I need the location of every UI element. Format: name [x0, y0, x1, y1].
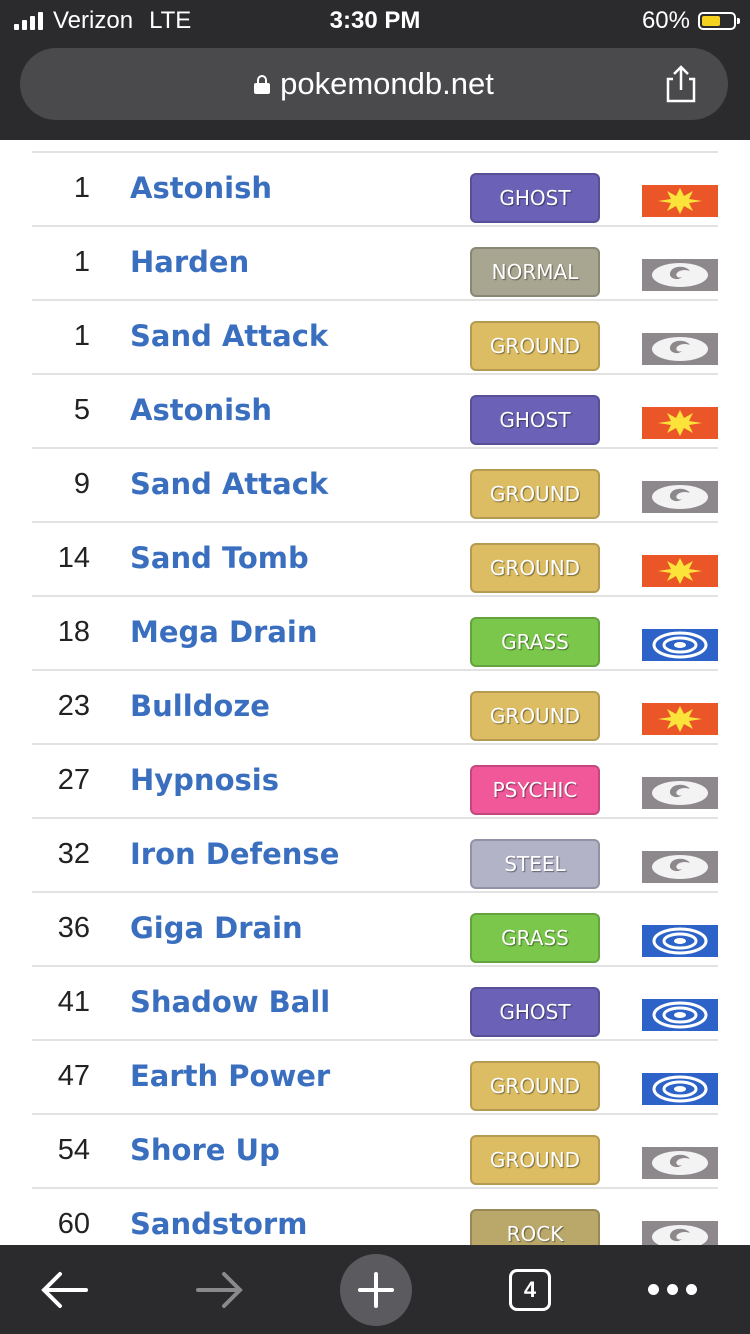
- move-level: 18: [57, 615, 90, 648]
- table-row: 9 Sand Attack GROUND: [0, 447, 750, 521]
- clock: 3:30 PM: [329, 7, 421, 34]
- back-button[interactable]: [26, 1245, 102, 1334]
- forward-arrow-icon: [196, 1271, 243, 1308]
- status-category-icon: [642, 481, 718, 513]
- move-level: 36: [57, 911, 90, 944]
- table-row: 18 Mega Drain GRASS: [0, 595, 750, 669]
- type-badge[interactable]: STEEL: [470, 839, 600, 889]
- type-badge[interactable]: GROUND: [470, 543, 600, 593]
- physical-category-icon: [642, 185, 718, 217]
- move-level: 1: [73, 171, 90, 204]
- new-tab-button[interactable]: [338, 1245, 414, 1334]
- table-row: 14 Sand Tomb GROUND: [0, 521, 750, 595]
- more-button[interactable]: [634, 1245, 710, 1334]
- special-category-icon: [642, 999, 718, 1031]
- tabs-button[interactable]: 4: [492, 1245, 568, 1334]
- battery-icon: [698, 12, 740, 30]
- move-level: 14: [57, 541, 90, 574]
- move-link[interactable]: Mega Drain: [130, 595, 317, 669]
- type-badge[interactable]: GRASS: [470, 617, 600, 667]
- status-category-icon: [642, 777, 718, 809]
- more-icon: [647, 1284, 697, 1295]
- status-category-icon: [642, 259, 718, 291]
- status-category-icon: [642, 851, 718, 883]
- move-link[interactable]: Bulldoze: [130, 669, 270, 743]
- bottom-toolbar: 4: [0, 1245, 750, 1334]
- table-row: 5 Astonish GHOST: [0, 373, 750, 447]
- type-badge[interactable]: GRASS: [470, 913, 600, 963]
- move-level: 5: [73, 393, 90, 426]
- type-badge[interactable]: GROUND: [470, 469, 600, 519]
- battery-percent: 60%: [641, 7, 690, 34]
- type-badge[interactable]: GHOST: [470, 395, 600, 445]
- battery-fill: [702, 16, 720, 26]
- physical-category-icon: [642, 703, 718, 735]
- move-link[interactable]: Shadow Ball: [130, 965, 330, 1039]
- url-display[interactable]: pokemondb.net: [20, 48, 728, 120]
- move-level: 23: [57, 689, 90, 722]
- lock-icon: [254, 75, 271, 94]
- address-bar[interactable]: pokemondb.net: [20, 48, 728, 120]
- physical-category-icon: [642, 407, 718, 439]
- move-level: 27: [57, 763, 90, 796]
- move-link[interactable]: Astonish: [130, 373, 272, 447]
- move-level: 1: [73, 245, 90, 278]
- move-link[interactable]: Iron Defense: [130, 817, 339, 891]
- move-level: 1: [73, 319, 90, 352]
- plus-icon: [340, 1253, 412, 1326]
- type-badge[interactable]: GHOST: [470, 173, 600, 223]
- move-link[interactable]: Sand Tomb: [130, 521, 309, 595]
- table-row: 23 Bulldoze GROUND: [0, 669, 750, 743]
- back-arrow-icon: [41, 1271, 88, 1308]
- special-category-icon: [642, 1073, 718, 1105]
- type-badge[interactable]: GROUND: [470, 691, 600, 741]
- physical-category-icon: [642, 555, 718, 587]
- move-link[interactable]: Hypnosis: [130, 743, 279, 817]
- type-badge[interactable]: GROUND: [470, 1135, 600, 1185]
- browser-chrome: Verizon LTE 3:30 PM 60% pokemondb.net: [0, 0, 750, 140]
- move-link[interactable]: Sand Attack: [130, 299, 328, 373]
- move-link[interactable]: Shore Up: [130, 1113, 280, 1187]
- move-link[interactable]: Harden: [130, 225, 249, 299]
- type-badge[interactable]: PSYCHIC: [470, 765, 600, 815]
- move-link[interactable]: Sand Attack: [130, 447, 328, 521]
- table-row: 27 Hypnosis PSYCHIC: [0, 743, 750, 817]
- type-badge[interactable]: GROUND: [470, 321, 600, 371]
- table-row: 36 Giga Drain GRASS: [0, 891, 750, 965]
- move-level: 41: [57, 985, 90, 1018]
- move-link[interactable]: Giga Drain: [130, 891, 303, 965]
- table-row: 41 Shadow Ball GHOST: [0, 965, 750, 1039]
- table-row: 1 Sand Attack GROUND: [0, 299, 750, 373]
- tab-count: 4: [509, 1268, 551, 1311]
- move-level: 9: [73, 467, 90, 500]
- status-right: 60%: [641, 7, 740, 35]
- move-link[interactable]: Earth Power: [130, 1039, 330, 1113]
- share-icon[interactable]: [664, 64, 698, 104]
- special-category-icon: [642, 925, 718, 957]
- move-link[interactable]: Astonish: [130, 151, 272, 225]
- status-bar: Verizon LTE 3:30 PM 60%: [0, 0, 750, 42]
- url-text: pokemondb.net: [280, 66, 494, 101]
- table-row: 54 Shore Up GROUND: [0, 1113, 750, 1187]
- table-row: 1 Harden NORMAL: [0, 225, 750, 299]
- type-badge[interactable]: GROUND: [470, 1061, 600, 1111]
- forward-button[interactable]: [182, 1245, 258, 1334]
- type-badge[interactable]: GHOST: [470, 987, 600, 1037]
- status-category-icon: [642, 1147, 718, 1179]
- table-row: 47 Earth Power GROUND: [0, 1039, 750, 1113]
- status-category-icon: [642, 333, 718, 365]
- table-row: 1 Astonish GHOST: [0, 151, 750, 225]
- table-row: 32 Iron Defense STEEL: [0, 817, 750, 891]
- move-level: 54: [57, 1133, 90, 1166]
- move-level: 32: [57, 837, 90, 870]
- move-level: 47: [57, 1059, 90, 1092]
- special-category-icon: [642, 629, 718, 661]
- type-badge[interactable]: NORMAL: [470, 247, 600, 297]
